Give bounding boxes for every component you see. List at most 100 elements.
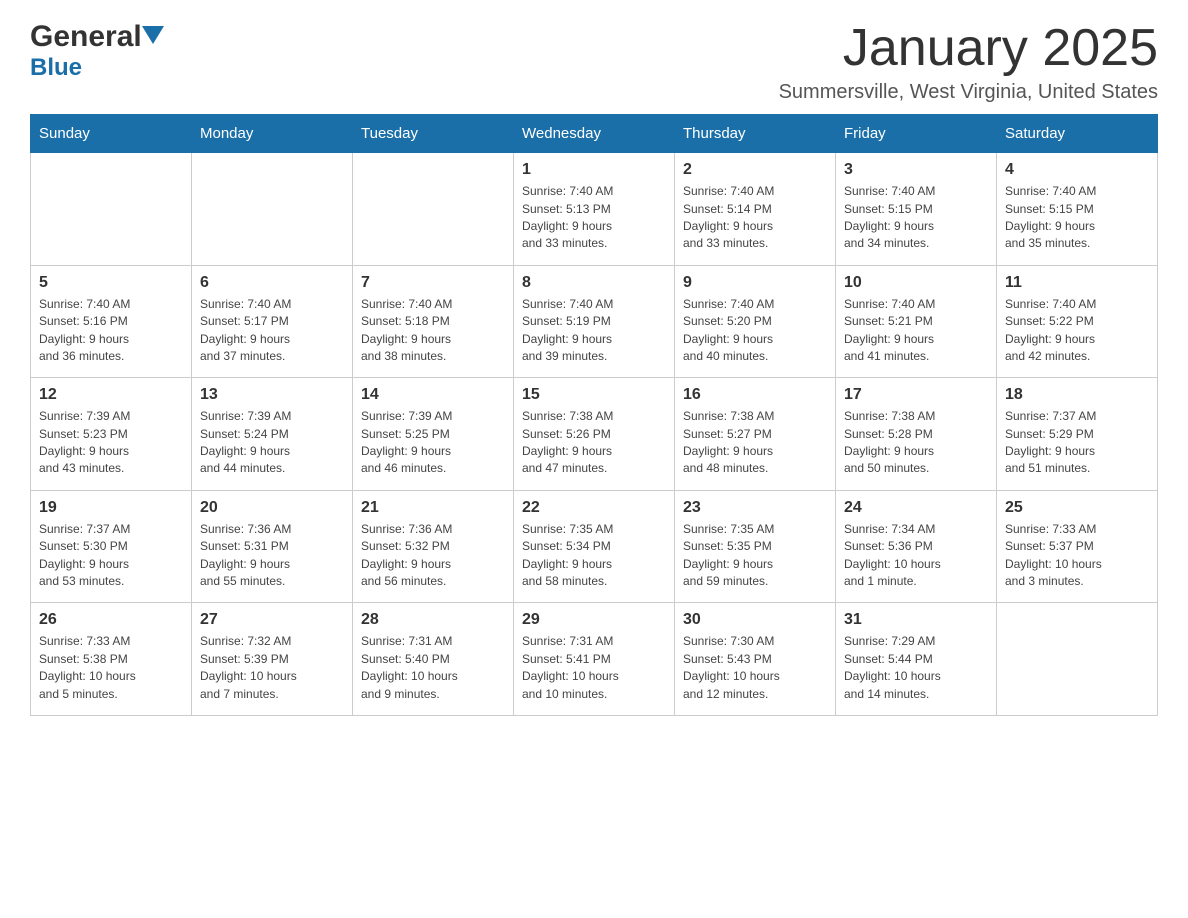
day-info: Sunrise: 7:38 AM Sunset: 5:26 PM Dayligh… bbox=[522, 408, 666, 478]
day-number: 22 bbox=[522, 499, 666, 517]
day-info: Sunrise: 7:39 AM Sunset: 5:25 PM Dayligh… bbox=[361, 408, 505, 478]
day-info: Sunrise: 7:40 AM Sunset: 5:21 PM Dayligh… bbox=[844, 296, 988, 366]
day-number: 11 bbox=[1005, 274, 1149, 292]
day-info: Sunrise: 7:34 AM Sunset: 5:36 PM Dayligh… bbox=[844, 521, 988, 591]
calendar-cell: 21 Sunrise: 7:36 AM Sunset: 5:32 PM Dayli… bbox=[353, 490, 514, 603]
day-number: 28 bbox=[361, 611, 505, 629]
calendar-cell: 28 Sunrise: 7:31 AM Sunset: 5:40 PM Dayli… bbox=[353, 603, 514, 716]
calendar-cell: 4 Sunrise: 7:40 AM Sunset: 5:15 PM Daylig… bbox=[997, 153, 1158, 266]
day-info: Sunrise: 7:31 AM Sunset: 5:40 PM Dayligh… bbox=[361, 633, 505, 703]
day-number: 14 bbox=[361, 386, 505, 404]
day-info: Sunrise: 7:33 AM Sunset: 5:37 PM Dayligh… bbox=[1005, 521, 1149, 591]
day-info: Sunrise: 7:35 AM Sunset: 5:35 PM Dayligh… bbox=[683, 521, 827, 591]
day-header-wednesday: Wednesday bbox=[514, 115, 675, 153]
day-header-tuesday: Tuesday bbox=[353, 115, 514, 153]
day-header-friday: Friday bbox=[836, 115, 997, 153]
day-number: 13 bbox=[200, 386, 344, 404]
calendar-cell: 8Sunrise: 7:40 AM Sunset: 5:19 PM Daylig… bbox=[514, 265, 675, 378]
calendar-cell: 24 Sunrise: 7:34 AM Sunset: 5:36 PM Dayli… bbox=[836, 490, 997, 603]
day-headers-row: SundayMondayTuesdayWednesdayThursdayFrid… bbox=[31, 115, 1158, 153]
day-header-thursday: Thursday bbox=[675, 115, 836, 153]
day-number: 30 bbox=[683, 611, 827, 629]
day-number: 8 bbox=[522, 274, 666, 292]
day-number: 3 bbox=[844, 161, 988, 179]
calendar-cell: 27 Sunrise: 7:32 AM Sunset: 5:39 PM Dayli… bbox=[192, 603, 353, 716]
day-info: Sunrise: 7:40 AM Sunset: 5:16 PM Dayligh… bbox=[39, 296, 183, 366]
day-info: Sunrise: 7:36 AM Sunset: 5:32 PM Dayligh… bbox=[361, 521, 505, 591]
day-info: Sunrise: 7:33 AM Sunset: 5:38 PM Dayligh… bbox=[39, 633, 183, 703]
day-number: 16 bbox=[683, 386, 827, 404]
logo-blue-text: Blue bbox=[30, 54, 82, 81]
day-info: Sunrise: 7:32 AM Sunset: 5:39 PM Dayligh… bbox=[200, 633, 344, 703]
day-number: 21 bbox=[361, 499, 505, 517]
week-row-1: 1Sunrise: 7:40 AM Sunset: 5:13 PM Daylig… bbox=[31, 153, 1158, 266]
day-number: 10 bbox=[844, 274, 988, 292]
calendar-cell: 22 Sunrise: 7:35 AM Sunset: 5:34 PM Dayli… bbox=[514, 490, 675, 603]
calendar-table: SundayMondayTuesdayWednesdayThursdayFrid… bbox=[30, 114, 1158, 716]
day-header-sunday: Sunday bbox=[31, 115, 192, 153]
day-number: 7 bbox=[361, 274, 505, 292]
calendar-header: SundayMondayTuesdayWednesdayThursdayFrid… bbox=[31, 115, 1158, 153]
day-info: Sunrise: 7:40 AM Sunset: 5:15 PM Dayligh… bbox=[844, 183, 988, 253]
calendar-cell bbox=[192, 153, 353, 266]
calendar-cell: 16 Sunrise: 7:38 AM Sunset: 5:27 PM Dayli… bbox=[675, 378, 836, 491]
calendar-cell bbox=[997, 603, 1158, 716]
day-info: Sunrise: 7:39 AM Sunset: 5:24 PM Dayligh… bbox=[200, 408, 344, 478]
day-header-monday: Monday bbox=[192, 115, 353, 153]
calendar-cell: 10 Sunrise: 7:40 AM Sunset: 5:21 PM Dayli… bbox=[836, 265, 997, 378]
calendar-cell: 29Sunrise: 7:31 AM Sunset: 5:41 PM Dayli… bbox=[514, 603, 675, 716]
calendar-cell: 1Sunrise: 7:40 AM Sunset: 5:13 PM Daylig… bbox=[514, 153, 675, 266]
day-info: Sunrise: 7:30 AM Sunset: 5:43 PM Dayligh… bbox=[683, 633, 827, 703]
calendar-cell: 20 Sunrise: 7:36 AM Sunset: 5:31 PM Dayli… bbox=[192, 490, 353, 603]
calendar-cell: 26Sunrise: 7:33 AM Sunset: 5:38 PM Dayli… bbox=[31, 603, 192, 716]
calendar-cell: 17 Sunrise: 7:38 AM Sunset: 5:28 PM Dayli… bbox=[836, 378, 997, 491]
day-number: 18 bbox=[1005, 386, 1149, 404]
day-number: 2 bbox=[683, 161, 827, 179]
day-number: 20 bbox=[200, 499, 344, 517]
day-number: 5 bbox=[39, 274, 183, 292]
day-header-saturday: Saturday bbox=[997, 115, 1158, 153]
calendar-cell: 15Sunrise: 7:38 AM Sunset: 5:26 PM Dayli… bbox=[514, 378, 675, 491]
day-number: 12 bbox=[39, 386, 183, 404]
day-number: 23 bbox=[683, 499, 827, 517]
title-section: January 2025 Summersville, West Virginia… bbox=[779, 20, 1158, 104]
week-row-5: 26Sunrise: 7:33 AM Sunset: 5:38 PM Dayli… bbox=[31, 603, 1158, 716]
day-info: Sunrise: 7:40 AM Sunset: 5:13 PM Dayligh… bbox=[522, 183, 666, 253]
calendar-cell: 6Sunrise: 7:40 AM Sunset: 5:17 PM Daylig… bbox=[192, 265, 353, 378]
calendar-body: 1Sunrise: 7:40 AM Sunset: 5:13 PM Daylig… bbox=[31, 153, 1158, 716]
day-number: 27 bbox=[200, 611, 344, 629]
day-number: 19 bbox=[39, 499, 183, 517]
week-row-2: 5 Sunrise: 7:40 AM Sunset: 5:16 PM Daylig… bbox=[31, 265, 1158, 378]
day-info: Sunrise: 7:35 AM Sunset: 5:34 PM Dayligh… bbox=[522, 521, 666, 591]
week-row-4: 19 Sunrise: 7:37 AM Sunset: 5:30 PM Dayli… bbox=[31, 490, 1158, 603]
calendar-cell: 31Sunrise: 7:29 AM Sunset: 5:44 PM Dayli… bbox=[836, 603, 997, 716]
day-number: 31 bbox=[844, 611, 988, 629]
logo: General Blue bbox=[30, 20, 164, 82]
day-number: 29 bbox=[522, 611, 666, 629]
day-number: 24 bbox=[844, 499, 988, 517]
day-number: 4 bbox=[1005, 161, 1149, 179]
calendar-cell: 11Sunrise: 7:40 AM Sunset: 5:22 PM Dayli… bbox=[997, 265, 1158, 378]
day-info: Sunrise: 7:37 AM Sunset: 5:30 PM Dayligh… bbox=[39, 521, 183, 591]
day-info: Sunrise: 7:38 AM Sunset: 5:27 PM Dayligh… bbox=[683, 408, 827, 478]
day-info: Sunrise: 7:36 AM Sunset: 5:31 PM Dayligh… bbox=[200, 521, 344, 591]
day-number: 17 bbox=[844, 386, 988, 404]
calendar-title: January 2025 bbox=[779, 20, 1158, 77]
day-number: 6 bbox=[200, 274, 344, 292]
logo-general-text: General bbox=[30, 20, 142, 54]
calendar-cell: 23 Sunrise: 7:35 AM Sunset: 5:35 PM Dayli… bbox=[675, 490, 836, 603]
calendar-cell: 19 Sunrise: 7:37 AM Sunset: 5:30 PM Dayli… bbox=[31, 490, 192, 603]
day-number: 25 bbox=[1005, 499, 1149, 517]
calendar-cell bbox=[353, 153, 514, 266]
calendar-cell: 18 Sunrise: 7:37 AM Sunset: 5:29 PM Dayli… bbox=[997, 378, 1158, 491]
day-info: Sunrise: 7:37 AM Sunset: 5:29 PM Dayligh… bbox=[1005, 408, 1149, 478]
calendar-cell: 2Sunrise: 7:40 AM Sunset: 5:14 PM Daylig… bbox=[675, 153, 836, 266]
calendar-cell: 3 Sunrise: 7:40 AM Sunset: 5:15 PM Daylig… bbox=[836, 153, 997, 266]
calendar-cell: 30 Sunrise: 7:30 AM Sunset: 5:43 PM Dayli… bbox=[675, 603, 836, 716]
day-info: Sunrise: 7:38 AM Sunset: 5:28 PM Dayligh… bbox=[844, 408, 988, 478]
calendar-cell: 13 Sunrise: 7:39 AM Sunset: 5:24 PM Dayli… bbox=[192, 378, 353, 491]
day-info: Sunrise: 7:40 AM Sunset: 5:20 PM Dayligh… bbox=[683, 296, 827, 366]
day-info: Sunrise: 7:40 AM Sunset: 5:15 PM Dayligh… bbox=[1005, 183, 1149, 253]
day-number: 9 bbox=[683, 274, 827, 292]
calendar-subtitle: Summersville, West Virginia, United Stat… bbox=[779, 81, 1158, 104]
